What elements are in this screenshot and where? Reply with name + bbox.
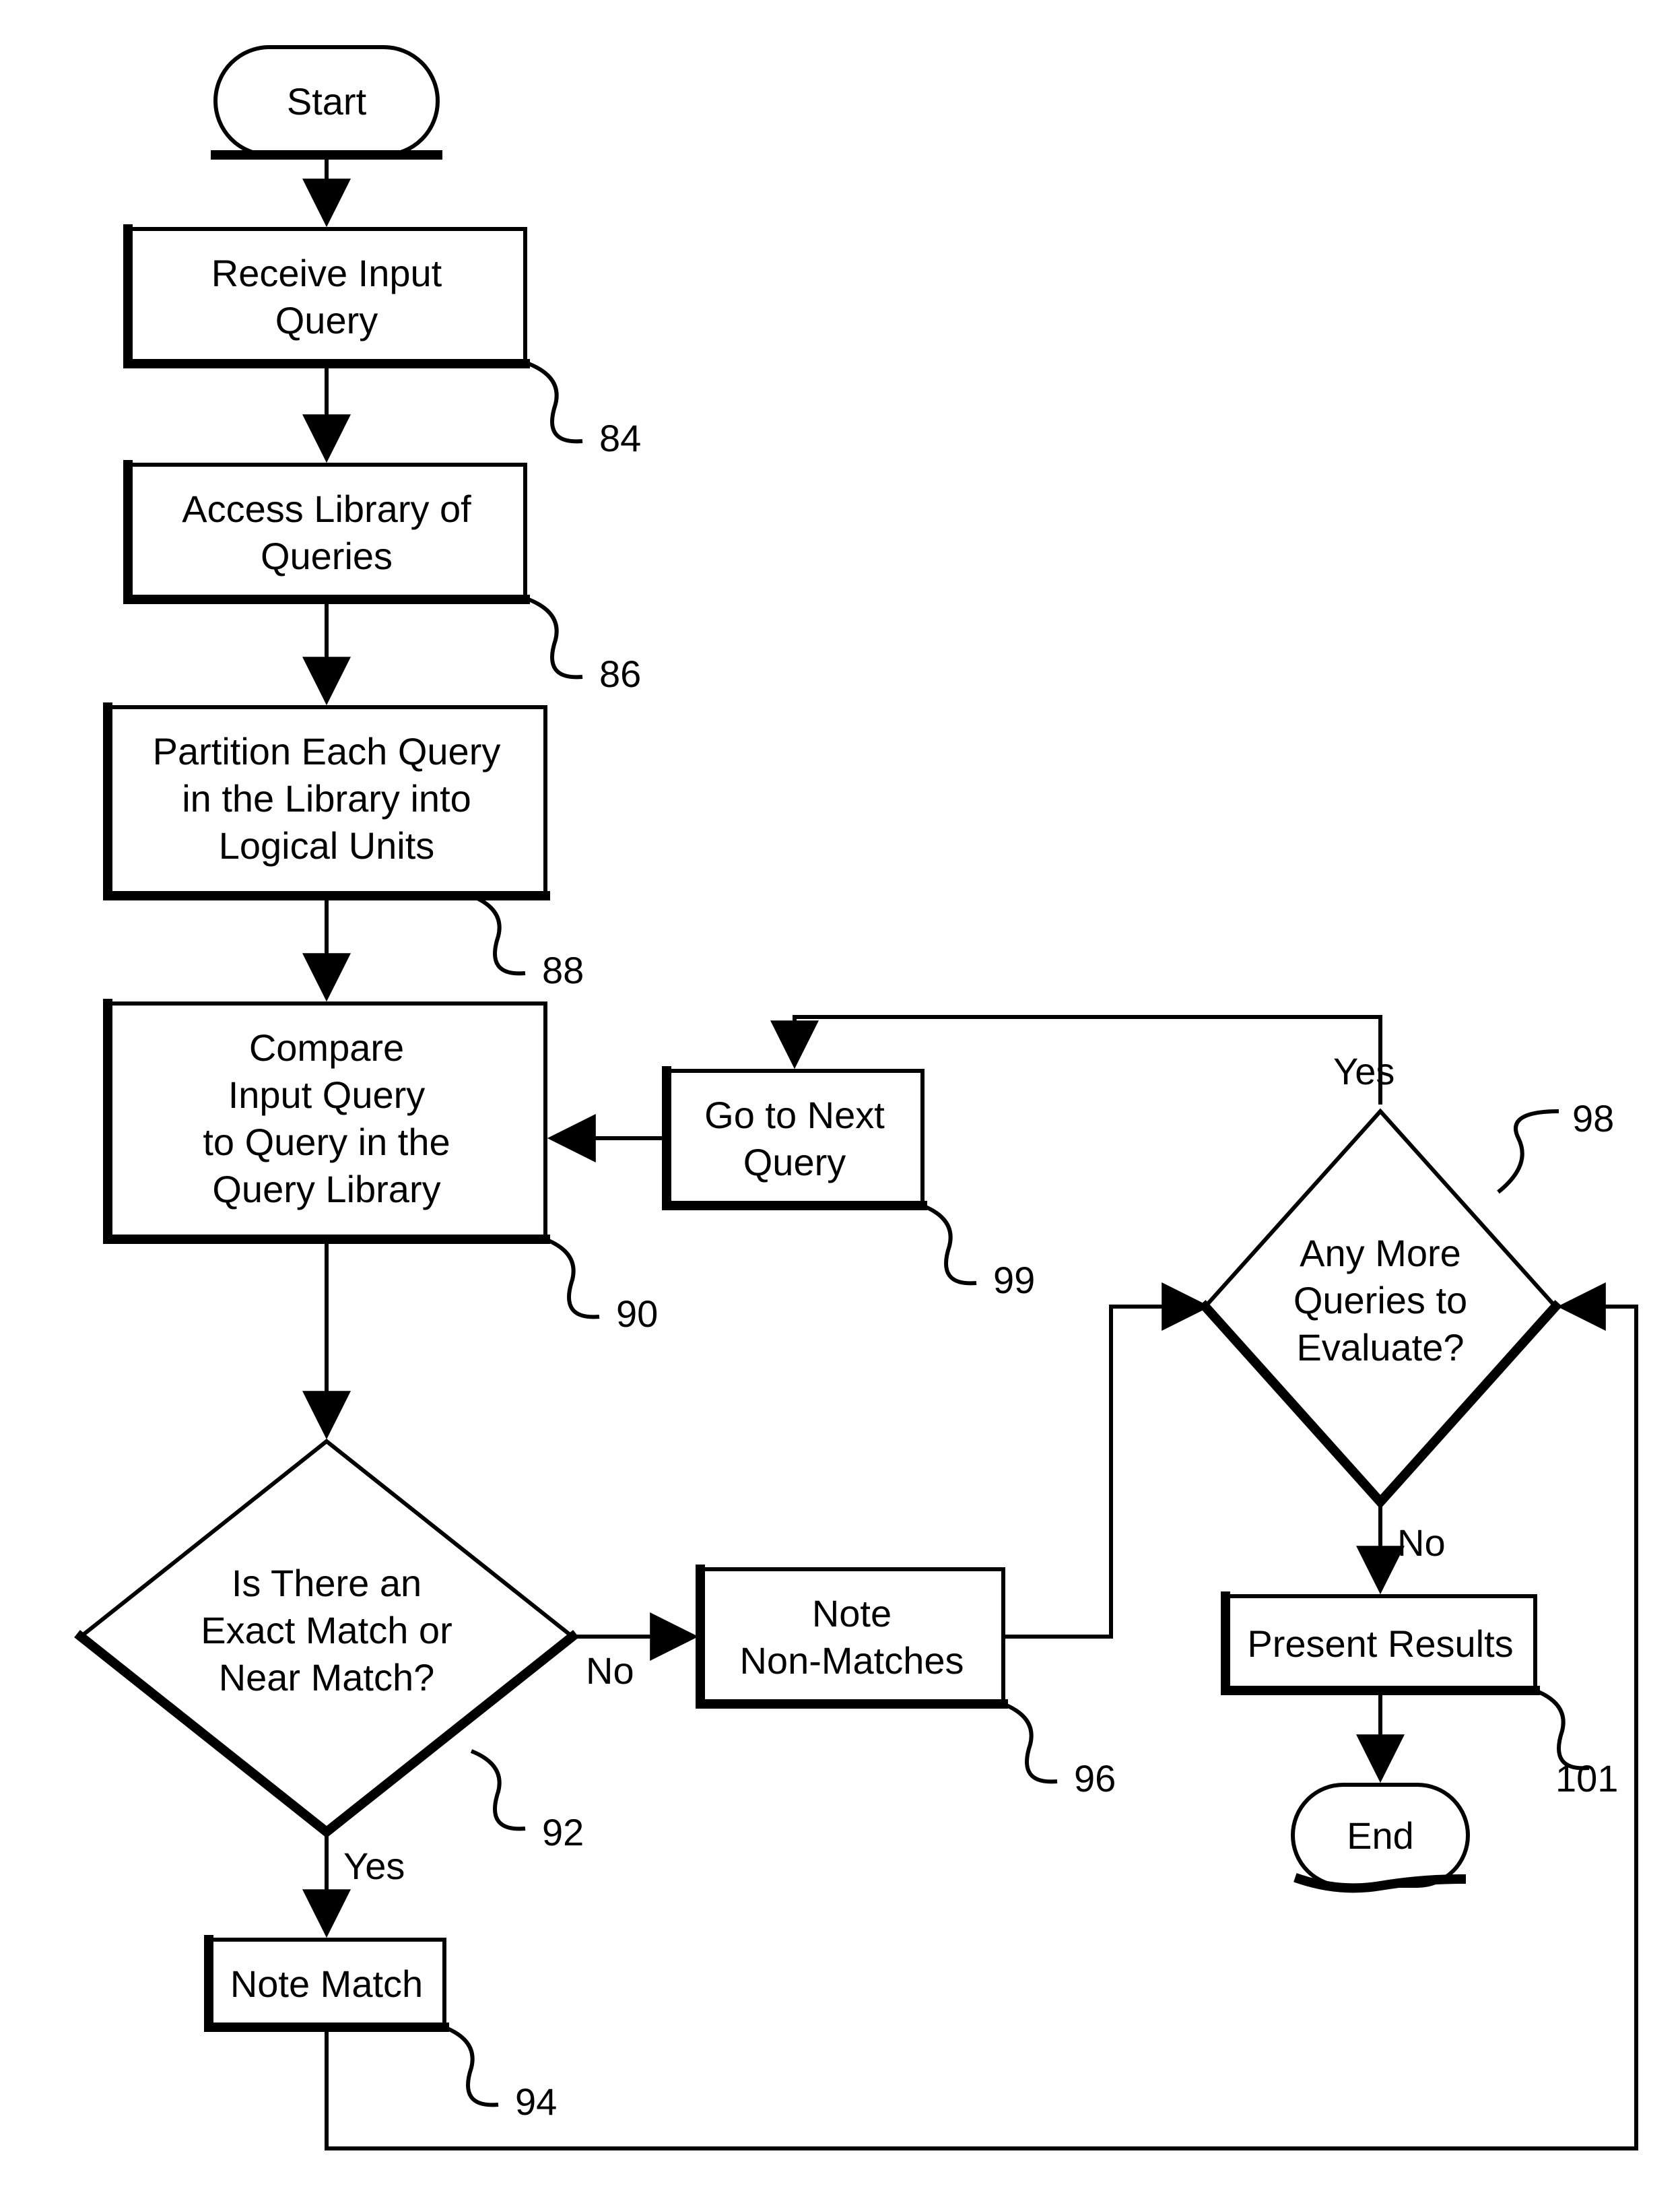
text: Access Library of xyxy=(182,488,471,530)
access-library-box: Access Library of Queries xyxy=(128,465,525,599)
text: Near Match? xyxy=(219,1656,435,1699)
text: Partition Each Query xyxy=(153,730,501,772)
compare-box: Compare Input Query to Query in the Quer… xyxy=(108,1004,545,1239)
ref-86: 86 xyxy=(599,653,641,695)
text: Note Match xyxy=(230,1963,423,2005)
text: Note xyxy=(812,1592,892,1635)
text: Any More xyxy=(1300,1232,1461,1274)
no-label-1: No xyxy=(586,1649,634,1692)
text: Evaluate? xyxy=(1296,1326,1464,1369)
text: Is There an xyxy=(232,1562,422,1604)
goto-next-query-box: Go to Next Query xyxy=(667,1071,922,1206)
ref-92: 92 xyxy=(542,1811,584,1853)
no-label-2: No xyxy=(1397,1521,1446,1564)
ref-96: 96 xyxy=(1074,1757,1116,1800)
flowchart: Start Receive Input Query 84 Access Libr… xyxy=(0,0,1680,2203)
receive-input-query-box: Receive Input Query xyxy=(128,229,525,364)
text: Present Results xyxy=(1247,1622,1513,1665)
start-terminal: Start xyxy=(215,47,438,155)
text: to Query in the xyxy=(203,1121,450,1163)
text: Receive Input xyxy=(211,252,442,294)
text: in the Library into xyxy=(182,777,471,820)
partition-box: Partition Each Query in the Library into… xyxy=(108,707,545,896)
ref-98: 98 xyxy=(1572,1097,1614,1140)
text: Non-Matches xyxy=(739,1639,964,1682)
ref-90: 90 xyxy=(616,1292,658,1335)
yes-label-1: Yes xyxy=(343,1845,405,1887)
text: Query xyxy=(275,299,378,341)
text: Logical Units xyxy=(219,824,435,867)
text: Query xyxy=(743,1141,846,1183)
end-terminal: End xyxy=(1293,1785,1468,1888)
start-label: Start xyxy=(287,80,367,123)
ref-99: 99 xyxy=(993,1259,1035,1301)
note-nonmatches-box: Note Non-Matches xyxy=(700,1569,1003,1704)
note-match-box: Note Match xyxy=(209,1940,444,2027)
text: Queries to xyxy=(1293,1279,1467,1321)
end-label: End xyxy=(1347,1814,1414,1857)
decision-more: Any More Queries to Evaluate? xyxy=(1205,1111,1555,1502)
ref-84: 84 xyxy=(599,417,641,459)
text: Exact Match or xyxy=(201,1609,452,1651)
present-results-box: Present Results xyxy=(1225,1596,1535,1690)
text: Query Library xyxy=(212,1168,440,1210)
text: Queries xyxy=(261,535,393,577)
yes-label-2: Yes xyxy=(1333,1050,1395,1092)
text: Go to Next xyxy=(704,1094,885,1136)
ref-94: 94 xyxy=(515,2080,557,2123)
text: Compare xyxy=(249,1026,404,1069)
ref-101: 101 xyxy=(1555,1757,1618,1800)
text: Input Query xyxy=(228,1074,426,1116)
ref-88: 88 xyxy=(542,949,584,991)
